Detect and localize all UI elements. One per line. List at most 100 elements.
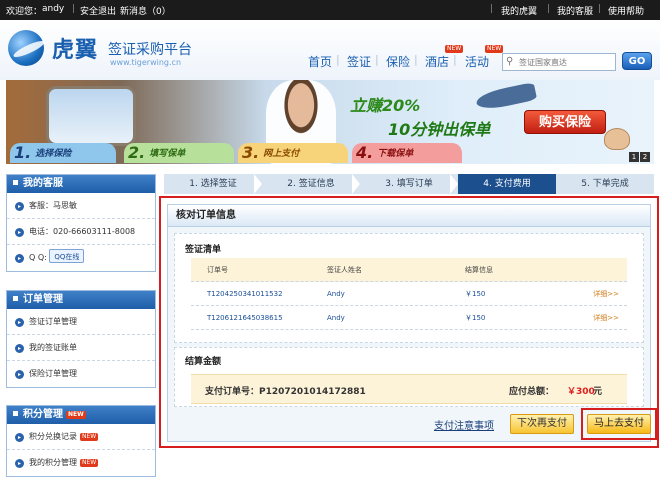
column-header: 订单号 xyxy=(207,266,228,274)
pay-later-button[interactable]: 下次再支付 xyxy=(510,414,574,434)
applicant-name: Andy xyxy=(327,290,345,298)
settlement-title: 结算金额 xyxy=(185,357,222,367)
sidebar-item-insurance-orders[interactable]: ▸ 保险订单管理 xyxy=(7,361,155,387)
logo-subtitle: 签证采购平台 xyxy=(108,42,192,58)
banner-pager: 12 xyxy=(628,152,650,162)
nav-divider: | xyxy=(414,53,418,66)
bullet-icon: ▸ xyxy=(15,433,24,442)
order-id-link[interactable]: T1206121645038615 xyxy=(207,306,283,330)
new-badge: NEW xyxy=(485,45,504,53)
nav-visa[interactable]: 签证 xyxy=(347,53,371,70)
bullet-icon: ▸ xyxy=(15,459,24,468)
nav-home[interactable]: 首页 xyxy=(308,53,332,70)
service-panel: 我的客服 ▸ 客服：马思敏 ▸ 电话：020-66603111-8008 ▸ Q Q:… xyxy=(6,174,156,272)
payment-notes-link[interactable]: 支付注意事项 xyxy=(434,417,494,432)
bullet-icon: ▸ xyxy=(15,228,24,237)
my-service-link[interactable]: 我的客服 xyxy=(557,4,593,17)
order-card: 核对订单信息 签证清单 订单号 签证人姓名 结算信息 T120425034101… xyxy=(167,204,657,442)
pointing-hand-icon xyxy=(604,128,630,150)
progress-step-payment: 4. 支付费用 xyxy=(458,174,556,194)
pay-now-button[interactable]: 马上去支付 xyxy=(587,414,651,434)
help-link[interactable]: 使用帮助 xyxy=(608,4,644,17)
progress-step-visa-info: 2. 签证信息 xyxy=(287,179,335,189)
banner-step: 4. 下载保单 xyxy=(352,143,462,163)
new-badge: NEW xyxy=(80,459,99,467)
sidebar-item-visa-orders[interactable]: ▸ 签证订单管理 xyxy=(7,309,155,335)
table-row: T1204250341011532 Andy ￥150 详细>> xyxy=(191,282,627,306)
chevron-icon xyxy=(548,174,556,194)
column-header: 结算信息 xyxy=(465,266,493,274)
new-badge: NEW xyxy=(66,411,86,419)
nav-activity[interactable]: 活动 xyxy=(465,53,489,70)
nav-divider: | xyxy=(453,53,457,66)
visa-list-section: 签证清单 订单号 签证人姓名 结算信息 T1204250341011532 An… xyxy=(174,233,644,343)
pay-now-highlight: 马上去支付 xyxy=(581,408,657,440)
messages-link[interactable]: 新消息（0） xyxy=(120,4,171,17)
buy-insurance-button[interactable]: 购买保险 xyxy=(524,110,606,134)
search-box[interactable]: ⚲ xyxy=(502,53,616,71)
welcome-text: 欢迎您： xyxy=(6,7,43,17)
visa-table: 订单号 签证人姓名 结算信息 T1204250341011532 Andy ￥1… xyxy=(191,258,627,330)
banner-page-1[interactable]: 1 xyxy=(629,152,639,162)
logo-url: www.tigerwing.cn xyxy=(110,58,182,67)
nav-hotel[interactable]: 酒店 xyxy=(425,53,449,70)
banner-step: 1. 选择保险 xyxy=(10,143,116,163)
nav-divider: | xyxy=(336,53,340,66)
new-badge: NEW xyxy=(445,45,464,53)
logout-link[interactable]: 安全退出 xyxy=(80,4,116,17)
order-id-link[interactable]: T1204250341011532 xyxy=(207,282,283,306)
my-tigerwing-link[interactable]: 我的虎翼 xyxy=(501,4,537,17)
bullet-icon: ▸ xyxy=(15,202,24,211)
divider: | xyxy=(72,4,76,14)
order-card-title: 核对订单信息 xyxy=(168,205,650,227)
settlement-section: 结算金额 支付订单号：P1207201014172881 应付总额： ￥300 … xyxy=(174,347,644,407)
banner-page-2[interactable]: 2 xyxy=(640,152,650,162)
orders-panel: 订单管理 ▸ 签证订单管理 ▸ 我的签证账单 ▸ 保险订单管理 xyxy=(6,290,156,388)
logo-title[interactable]: 虎翼 xyxy=(52,32,98,64)
nav-divider: | xyxy=(375,53,379,66)
search-go-button[interactable]: GO xyxy=(622,52,652,70)
chevron-icon xyxy=(352,174,360,194)
qq-online-button[interactable]: QQ在线 xyxy=(49,249,85,263)
detail-link[interactable]: 详细>> xyxy=(593,306,619,330)
top-bar: 欢迎您： andy | 安全退出 新消息（0） | 我的虎翼 | 我的客服 | … xyxy=(0,0,660,20)
new-badge: NEW xyxy=(80,433,99,441)
sidebar-item-visa-bills[interactable]: ▸ 我的签证账单 xyxy=(7,335,155,361)
service-phone: ▸ 电话：020-66603111-8008 xyxy=(7,219,155,245)
bullet-icon: ▸ xyxy=(15,254,24,263)
table-header-row: 订单号 签证人姓名 结算信息 xyxy=(191,258,627,282)
order-review-box: 核对订单信息 签证清单 订单号 签证人姓名 结算信息 T120425034101… xyxy=(159,196,659,448)
progress-step-complete: 5. 下单完成 xyxy=(581,179,629,189)
service-qq: ▸ Q Q: QQ在线 xyxy=(7,245,155,271)
applicant-name: Andy xyxy=(327,314,345,322)
chevron-icon xyxy=(450,174,458,194)
visa-list-title: 签证清单 xyxy=(185,245,222,255)
points-panel: 积分管理 NEW ▸ 积分兑换记录 NEW ▸ 我的积分管理 NEW xyxy=(6,405,156,477)
service-rep: ▸ 客服：马思敏 xyxy=(7,193,155,219)
search-icon: ⚲ xyxy=(506,56,514,67)
payment-order-number: 支付订单号：P1207201014172881 xyxy=(205,387,366,397)
total-label: 应付总额： xyxy=(509,387,555,397)
sidebar-item-points-history[interactable]: ▸ 积分兑换记录 NEW xyxy=(7,424,155,450)
divider: | xyxy=(490,4,494,14)
table-row: T1206121645038615 Andy ￥150 详细>> xyxy=(191,306,627,330)
bullet-icon: ▸ xyxy=(15,318,24,327)
bullet-icon: ▸ xyxy=(15,370,24,379)
sidebar-item-my-points[interactable]: ▸ 我的积分管理 NEW xyxy=(7,450,155,476)
bullet-icon: ▸ xyxy=(15,344,24,353)
banner-step: 2. 填写保单 xyxy=(124,143,234,163)
banner-steps: 1. 选择保险 2. 填写保单 3. 网上支付 4. 下载保单 xyxy=(6,143,526,163)
points-panel-header: 积分管理 NEW xyxy=(7,406,155,424)
settlement-summary: 支付订单号：P1207201014172881 应付总额： ￥300 元 xyxy=(191,374,627,404)
banner-step: 3. 网上支付 xyxy=(238,143,348,163)
search-input[interactable] xyxy=(519,55,613,69)
tigerwing-logo-icon[interactable] xyxy=(8,30,44,66)
progress-step-fill-order: 3. 填写订单 xyxy=(385,179,433,189)
orders-panel-header: 订单管理 xyxy=(7,291,155,309)
banner-subheadline: 10分钟出保单 xyxy=(388,120,491,139)
username: andy xyxy=(42,4,65,14)
service-panel-header: 我的客服 xyxy=(7,175,155,193)
airplane-window-image xyxy=(46,86,136,146)
detail-link[interactable]: 详细>> xyxy=(593,282,619,306)
nav-insurance[interactable]: 保险 xyxy=(386,53,410,70)
